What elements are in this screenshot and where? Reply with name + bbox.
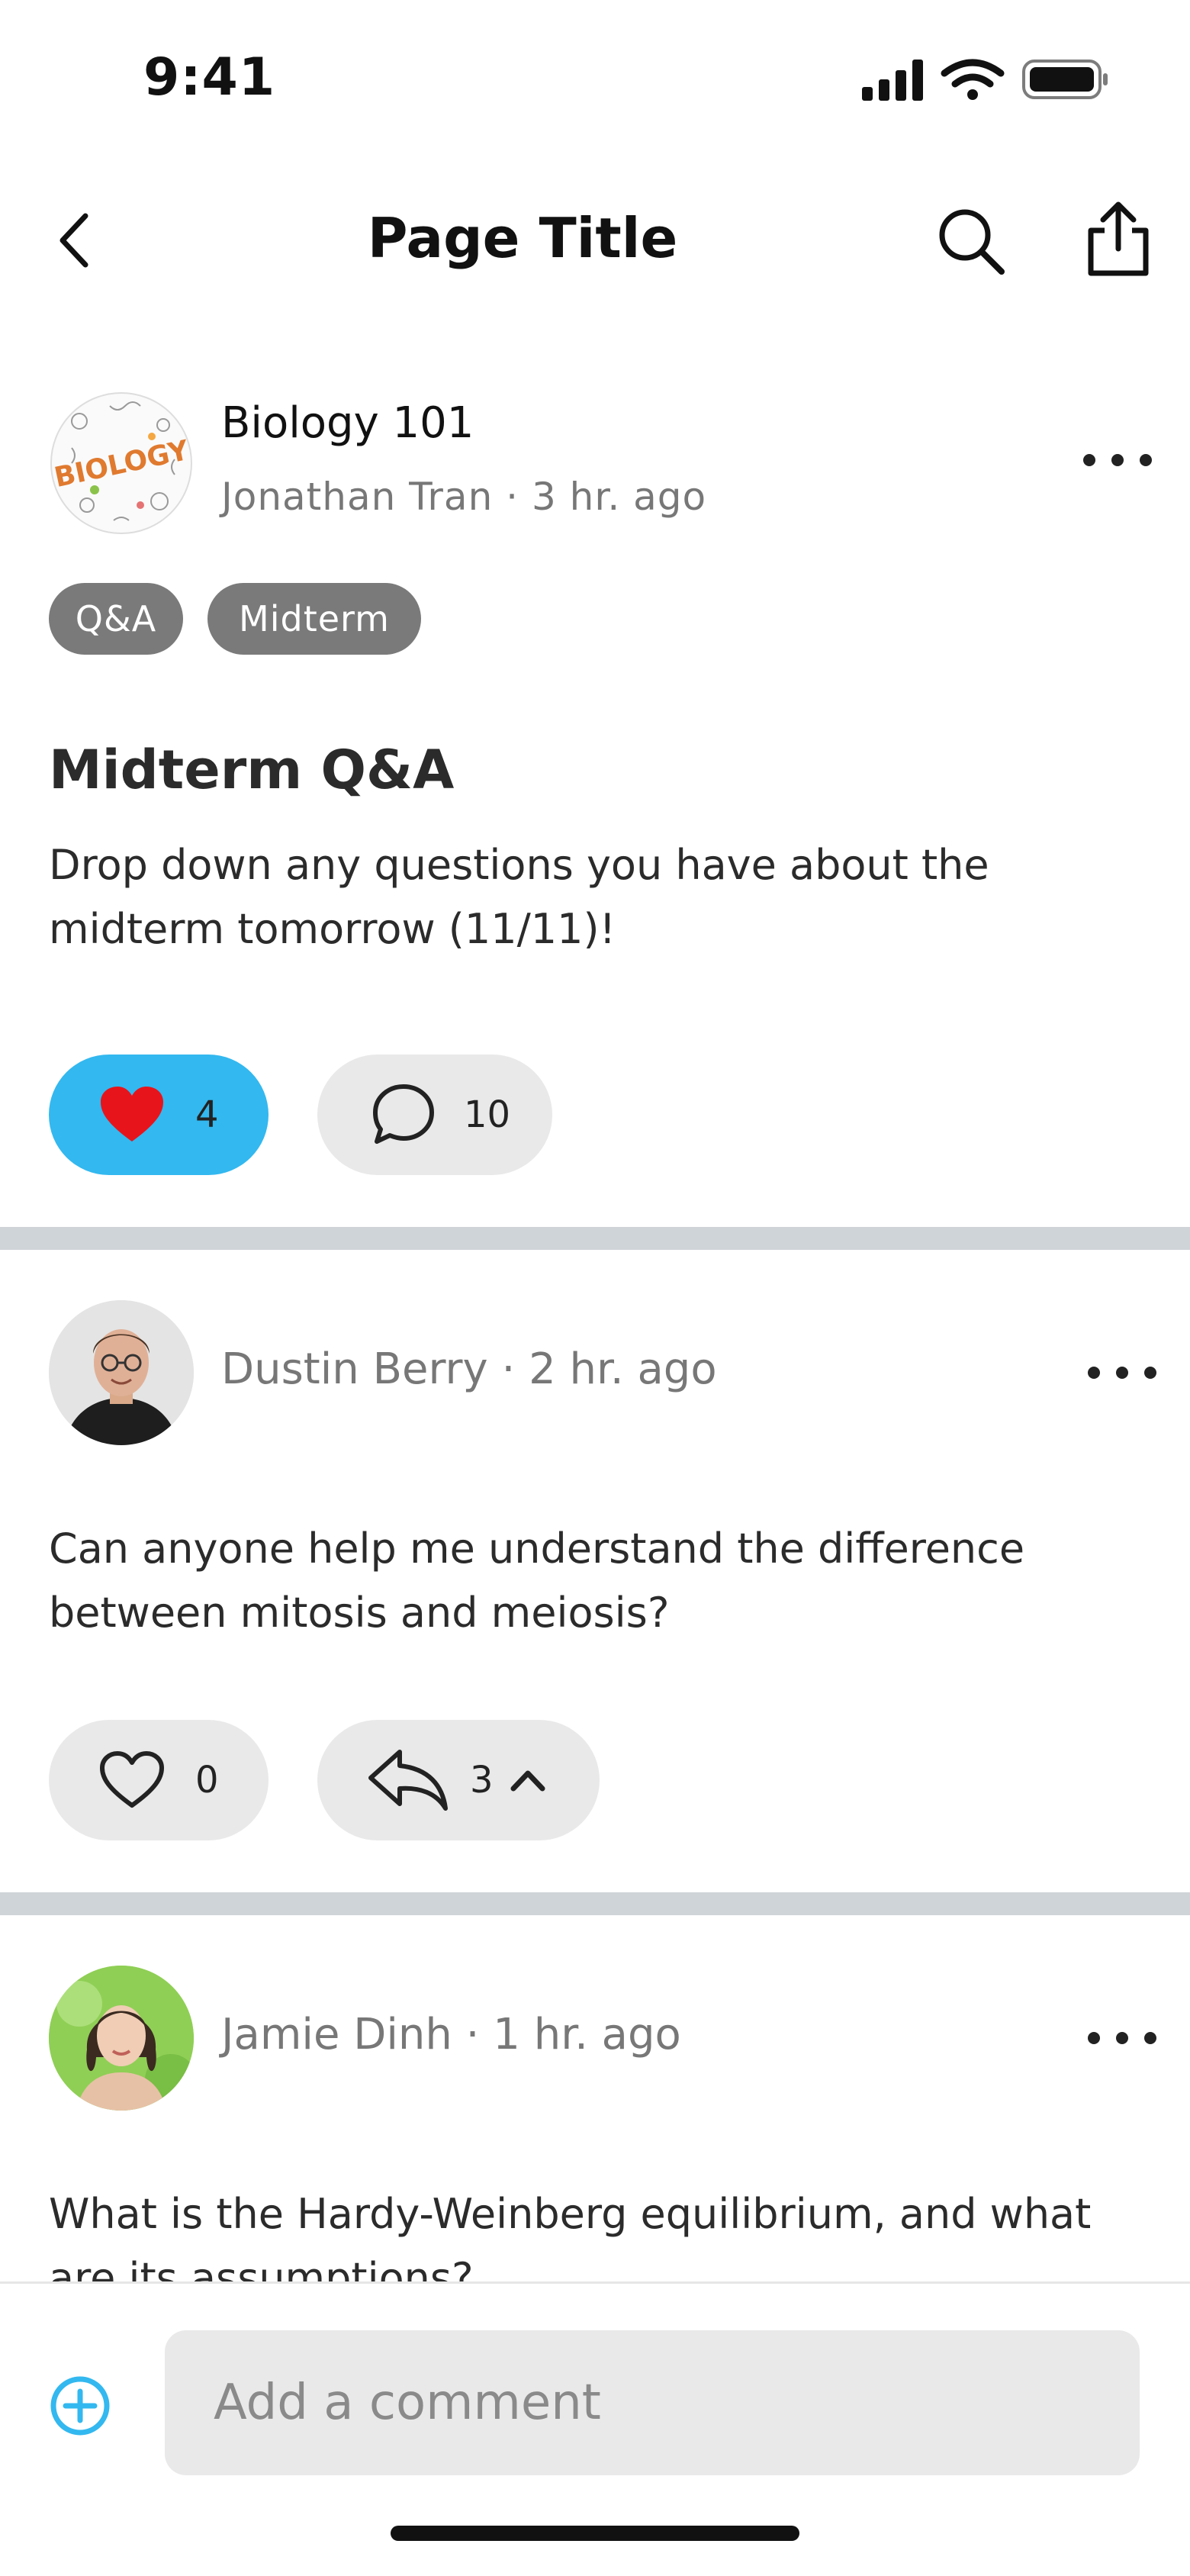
post-comment-button[interactable]: 10: [317, 1055, 552, 1175]
heart-filled-icon: [101, 1087, 163, 1141]
post-meta: Jonathan Tran · 3 hr. ago: [221, 475, 706, 519]
section-divider: [0, 1227, 1190, 1250]
section-divider: [0, 1892, 1190, 1915]
wifi-icon: [941, 59, 1005, 88]
course-avatar[interactable]: BIOLOGY: [49, 391, 194, 536]
meta-separator: ·: [487, 1344, 529, 1394]
more-dot: [1144, 2032, 1156, 2044]
course-name[interactable]: Biology 101: [221, 398, 474, 448]
comment-author[interactable]: Dustin Berry: [221, 1344, 488, 1394]
post-detail-screen: 9:41 Page Title BIOLOGY Biology 101 Jona…: [0, 0, 1190, 2576]
comment-more-button[interactable]: [1088, 2019, 1156, 2057]
post-like-button[interactable]: 4: [49, 1055, 269, 1175]
comment-like-count: 0: [195, 1759, 219, 1802]
post-like-count: 4: [195, 1093, 219, 1136]
tag-qa[interactable]: Q&A: [49, 583, 183, 655]
avatar[interactable]: [49, 1300, 194, 1445]
more-dot: [1088, 1367, 1100, 1379]
biology-logo-icon: BIOLOGY: [50, 392, 192, 534]
chevron-up-icon: [510, 1770, 545, 1792]
reply-icon: [368, 1750, 448, 1811]
more-dot: [1144, 1367, 1156, 1379]
battery-icon: [1022, 60, 1108, 99]
comment-author[interactable]: Jamie Dinh: [221, 2010, 452, 2059]
comment-like-button[interactable]: 0: [49, 1720, 269, 1840]
comment-input[interactable]: [165, 2330, 1140, 2475]
status-icons: [862, 59, 1108, 101]
comment-meta: Jamie Dinh · 1 hr. ago: [221, 2010, 681, 2059]
post-time: 3 hr. ago: [531, 475, 707, 519]
meta-separator: ·: [452, 2010, 494, 2059]
share-icon[interactable]: [1082, 200, 1155, 279]
search-icon[interactable]: [934, 204, 1008, 278]
home-indicator[interactable]: [391, 2526, 799, 2541]
more-dot: [1140, 454, 1152, 466]
status-time: 9:41: [143, 47, 276, 108]
post-comment-count: 10: [464, 1093, 511, 1136]
comment-bubble-icon: [373, 1084, 434, 1144]
post-body: Drop down any questions you have about t…: [49, 841, 989, 953]
avatar[interactable]: [49, 1966, 194, 2111]
comment-body: Can anyone help me understand the differ…: [49, 1525, 1025, 1637]
post-title: Midterm Q&A: [49, 739, 455, 801]
meta-separator: ·: [493, 475, 532, 519]
comment-time: 1 hr. ago: [493, 2010, 681, 2059]
post-author[interactable]: Jonathan Tran: [221, 475, 493, 519]
more-dot: [1116, 1367, 1128, 1379]
tag-midterm[interactable]: Midterm: [207, 583, 421, 655]
page-title: Page Title: [367, 206, 678, 270]
user-avatar-icon: [49, 1300, 194, 1445]
replies-button[interactable]: 3: [317, 1720, 600, 1840]
plus-circle-icon[interactable]: [49, 2375, 111, 2437]
comment-meta: Dustin Berry · 2 hr. ago: [221, 1344, 717, 1394]
more-dot: [1088, 2032, 1100, 2044]
cellular-signal-icon: [862, 60, 923, 101]
more-dot: [1083, 454, 1095, 466]
more-dot: [1111, 454, 1124, 466]
user-avatar-icon: [49, 1966, 194, 2111]
heart-outline-icon: [100, 1751, 164, 1808]
post-more-button[interactable]: [1083, 441, 1152, 479]
reply-count: 3: [470, 1759, 494, 1802]
comment-more-button[interactable]: [1088, 1354, 1156, 1392]
comment-time: 2 hr. ago: [529, 1344, 717, 1394]
more-dot: [1116, 2032, 1128, 2044]
